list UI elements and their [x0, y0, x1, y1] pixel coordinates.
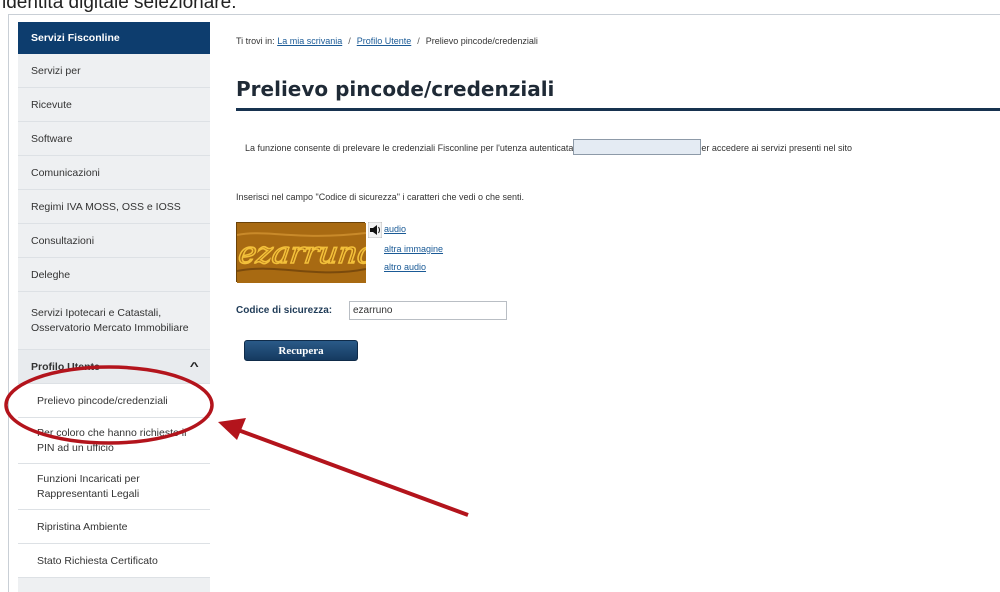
- arrow-head-icon: [218, 418, 246, 440]
- sidebar-item-regimi-iva[interactable]: Regimi IVA MOSS, OSS e IOSS: [18, 190, 210, 224]
- svg-text:ezarruno: ezarruno: [237, 236, 366, 271]
- frame-border-left: [8, 14, 9, 592]
- frame-border-top: [8, 14, 1000, 15]
- breadcrumb-link-profilo[interactable]: Profilo Utente: [357, 36, 412, 46]
- intro-text: La funzione consente di prelevare le cre…: [245, 139, 852, 155]
- sidebar-group-profilo-utente[interactable]: Profilo Utente ^: [18, 350, 210, 384]
- breadcrumb-link-scrivania[interactable]: La mia scrivania: [277, 36, 342, 46]
- breadcrumb: Ti trovi in: La mia scrivania / Profilo Ut…: [236, 36, 538, 46]
- captcha-distorted-text: ezarruno: [235, 223, 379, 283]
- sidebar-subitem-ripristina-ambiente[interactable]: Ripristina Ambiente: [18, 510, 210, 544]
- sidebar-subitem-pin-ufficio[interactable]: Per coloro che hanno richiesto il PIN ad…: [18, 418, 210, 464]
- sidebar-item-software[interactable]: Software: [18, 122, 210, 156]
- sidebar: Servizi Fisconline Servizi per Ricevute …: [18, 22, 210, 592]
- breadcrumb-current: Prelievo pincode/credenziali: [425, 36, 538, 46]
- captcha-instructions: Inserisci nel campo "Codice di sicurezza…: [236, 192, 525, 202]
- other-image-link[interactable]: altra immagine: [384, 244, 443, 254]
- page-title: Prelievo pincode/credenziali: [236, 77, 555, 101]
- captcha-image: ezarruno: [235, 222, 379, 283]
- security-code-input[interactable]: [349, 301, 507, 320]
- sidebar-subitem-funzioni-incaricati[interactable]: Funzioni Incaricati per Rappresentanti L…: [18, 464, 210, 510]
- security-code-label: Codice di sicurezza:: [236, 305, 333, 316]
- arrow-shaft: [237, 428, 469, 517]
- sidebar-item-servizi-per[interactable]: Servizi per: [18, 54, 210, 88]
- sidebar-item-deleghe[interactable]: Deleghe: [18, 258, 210, 292]
- sidebar-item-ricevute[interactable]: Ricevute: [18, 88, 210, 122]
- other-audio-link[interactable]: altro audio: [384, 262, 426, 272]
- sidebar-subitem-prelievo-pincode[interactable]: Prelievo pincode/credenziali: [18, 384, 210, 418]
- title-divider: [236, 108, 1000, 111]
- chevron-up-icon: ^: [189, 360, 199, 373]
- sidebar-subitem-stato-certificato[interactable]: Stato Richiesta Certificato: [18, 544, 210, 578]
- redacted-username: [573, 139, 702, 155]
- audio-link[interactable]: audio: [384, 224, 406, 234]
- speaker-icon[interactable]: [368, 222, 382, 238]
- recupera-button[interactable]: Recupera: [244, 340, 358, 361]
- sidebar-item-servizi-ipotecari[interactable]: Servizi Ipotecari e Catastali, Osservato…: [18, 292, 210, 350]
- sidebar-header[interactable]: Servizi Fisconline: [18, 22, 210, 54]
- top-caption: identità digitale selezionare:: [2, 0, 237, 13]
- sidebar-item-comunicazioni[interactable]: Comunicazioni: [18, 156, 210, 190]
- sidebar-item-consultazioni[interactable]: Consultazioni: [18, 224, 210, 258]
